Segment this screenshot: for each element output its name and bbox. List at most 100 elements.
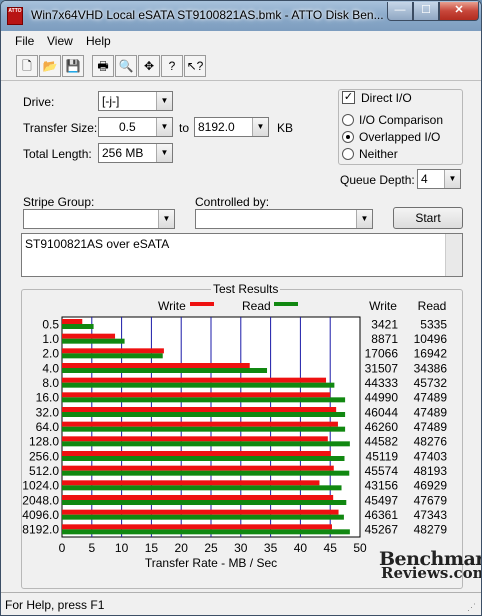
write-bar bbox=[62, 348, 164, 354]
start-button[interactable]: Start bbox=[393, 207, 463, 229]
close-button[interactable]: ✕ bbox=[439, 2, 479, 21]
neither-radio[interactable] bbox=[342, 148, 354, 160]
read-value: 48279 bbox=[414, 523, 448, 537]
x-tick-label: 15 bbox=[145, 541, 159, 555]
write-value: 45119 bbox=[366, 449, 399, 463]
write-bar bbox=[62, 377, 327, 383]
drive-select[interactable]: [-j-] ▼ bbox=[98, 91, 173, 111]
queue-depth-select[interactable]: 4 ▼ bbox=[417, 169, 461, 189]
description-scrollbar[interactable] bbox=[445, 234, 462, 276]
y-tick-label: 0.5 bbox=[42, 317, 59, 331]
write-value: 44990 bbox=[365, 391, 399, 405]
controlled-by-label: Controlled by: bbox=[195, 195, 270, 209]
context-help-icon[interactable]: ↖? bbox=[184, 55, 206, 77]
chevron-down-icon[interactable]: ▼ bbox=[356, 210, 372, 228]
y-tick-label: 128.0 bbox=[29, 435, 59, 449]
direct-io-checkbox[interactable]: ✓ bbox=[342, 91, 355, 104]
chevron-down-icon[interactable]: ▼ bbox=[156, 118, 172, 136]
save-icon[interactable]: 💾 bbox=[62, 55, 84, 77]
menu-help[interactable]: Help bbox=[86, 34, 111, 48]
help-icon[interactable]: ? bbox=[161, 55, 183, 77]
read-bar bbox=[62, 368, 268, 373]
y-tick-label: 4096.0 bbox=[22, 508, 59, 522]
chevron-down-icon[interactable]: ▼ bbox=[158, 210, 174, 228]
write-value: 46260 bbox=[365, 420, 399, 434]
controlled-by-select[interactable]: ▼ bbox=[195, 209, 373, 229]
write-bar bbox=[62, 495, 334, 500]
title-bar[interactable]: ATTO Win7x64VHD Local eSATA ST9100821AS.… bbox=[1, 1, 481, 31]
app-window: ATTO Win7x64VHD Local eSATA ST9100821AS.… bbox=[0, 0, 482, 616]
print-icon[interactable]: 🖶 bbox=[92, 55, 114, 77]
read-value: 47489 bbox=[414, 405, 448, 419]
y-tick-label: 2.0 bbox=[42, 347, 59, 361]
write-value: 44333 bbox=[365, 376, 399, 390]
write-bar bbox=[62, 333, 116, 339]
y-tick-label: 8192.0 bbox=[22, 523, 59, 537]
overlapped-io-radio[interactable] bbox=[342, 131, 354, 143]
read-value: 47489 bbox=[414, 391, 448, 405]
move-icon[interactable]: ✥ bbox=[138, 55, 160, 77]
chevron-down-icon[interactable]: ▼ bbox=[252, 118, 268, 136]
read-bar bbox=[62, 426, 346, 432]
total-length-select[interactable]: 256 MB ▼ bbox=[98, 143, 173, 163]
chevron-down-icon[interactable]: ▼ bbox=[444, 170, 460, 188]
chevron-down-icon[interactable]: ▼ bbox=[156, 144, 172, 162]
maximize-button[interactable]: ☐ bbox=[413, 2, 439, 21]
read-value: 47343 bbox=[414, 508, 448, 522]
read-bar bbox=[62, 529, 350, 535]
open-icon[interactable]: 📂 bbox=[39, 55, 61, 77]
x-tick-label: 0 bbox=[59, 541, 66, 555]
read-bar bbox=[62, 324, 94, 329]
read-bar bbox=[62, 500, 347, 505]
read-value: 45732 bbox=[414, 376, 448, 390]
y-tick-label: 16.0 bbox=[36, 391, 60, 405]
read-bar bbox=[62, 338, 125, 344]
read-bar bbox=[62, 412, 346, 417]
minimize-button[interactable]: — bbox=[387, 2, 413, 21]
y-tick-label: 256.0 bbox=[29, 449, 59, 463]
read-value: 47403 bbox=[414, 449, 448, 463]
y-tick-label: 2048.0 bbox=[22, 493, 59, 507]
legend-write-label: Write bbox=[158, 299, 186, 313]
neither-label[interactable]: Neither bbox=[359, 147, 398, 161]
transfer-size-from-select[interactable]: 0.5 ▼ bbox=[98, 117, 173, 137]
description-textarea[interactable]: ST9100821AS over eSATA bbox=[21, 233, 463, 277]
read-bar bbox=[62, 397, 346, 403]
write-value: 46361 bbox=[365, 508, 399, 522]
y-tick-label: 512.0 bbox=[29, 464, 59, 478]
transfer-size-to-select[interactable]: 8192.0 ▼ bbox=[194, 117, 269, 137]
kb-label: KB bbox=[277, 121, 294, 135]
new-icon[interactable]: 🗋 bbox=[16, 55, 38, 77]
write-bar bbox=[62, 480, 320, 486]
write-bar bbox=[62, 451, 331, 456]
chevron-down-icon[interactable]: ▼ bbox=[156, 92, 172, 110]
x-tick-label: 5 bbox=[88, 541, 95, 555]
stripe-group-select[interactable]: ▼ bbox=[23, 209, 175, 229]
write-value: 17066 bbox=[365, 347, 399, 361]
transfer-size-label: Transfer Size: bbox=[23, 121, 98, 135]
write-value: 45497 bbox=[365, 493, 399, 507]
write-bar bbox=[62, 407, 337, 412]
direct-io-label[interactable]: Direct I/O bbox=[359, 91, 414, 105]
menu-bar: File View Help bbox=[1, 31, 481, 51]
write-column-header: Write bbox=[369, 299, 397, 313]
read-bar bbox=[62, 514, 344, 520]
print-preview-icon[interactable]: 🔍 bbox=[115, 55, 137, 77]
menu-file[interactable]: File bbox=[15, 34, 34, 48]
total-length-label: Total Length: bbox=[23, 147, 92, 161]
status-bar: For Help, press F1 ⋰ bbox=[1, 592, 481, 615]
atto-app-icon[interactable]: ATTO bbox=[7, 7, 23, 25]
read-value: 16942 bbox=[414, 347, 448, 361]
overlapped-io-label[interactable]: Overlapped I/O bbox=[359, 130, 440, 144]
write-bar bbox=[62, 524, 332, 530]
x-tick-label: 45 bbox=[324, 541, 338, 555]
read-bar bbox=[62, 456, 345, 461]
write-bar bbox=[62, 465, 334, 471]
io-comparison-label[interactable]: I/O Comparison bbox=[359, 113, 443, 127]
io-comparison-radio[interactable] bbox=[342, 114, 354, 126]
resize-grip-icon[interactable]: ⋰ bbox=[467, 602, 479, 614]
menu-view[interactable]: View bbox=[47, 34, 73, 48]
read-value: 48193 bbox=[414, 464, 448, 478]
test-results-group: Test Results 0 5 10 15 20 25 30 35 40 45 50 Transfe… bbox=[21, 282, 463, 589]
read-value: 46929 bbox=[414, 479, 448, 493]
